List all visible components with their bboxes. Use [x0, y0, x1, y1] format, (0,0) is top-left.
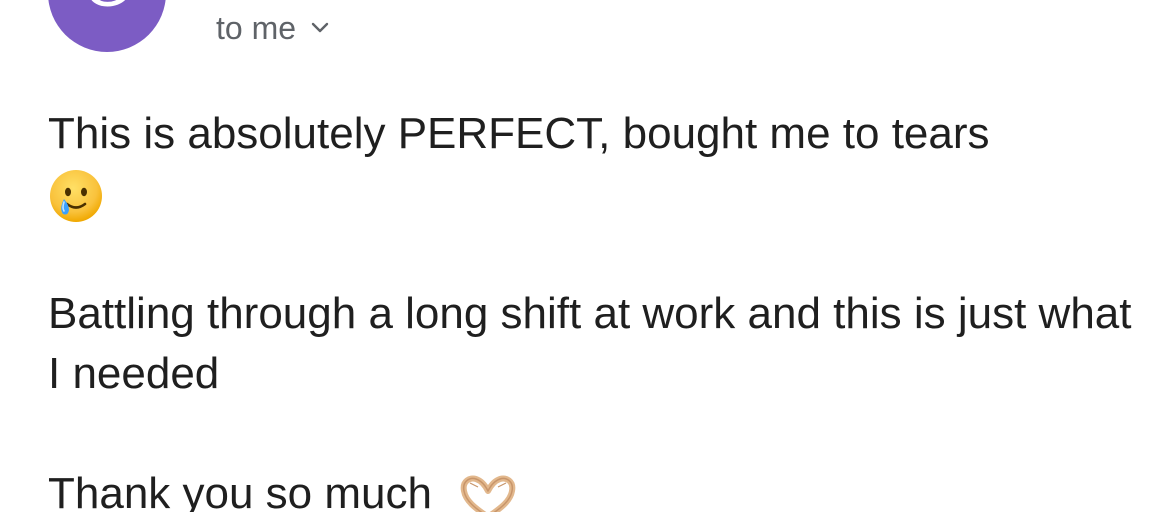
message-paragraph-2: Battling through a long shift at work an…: [48, 289, 1132, 399]
message-body: This is absolutely PERFECT, bought me to…: [48, 104, 1138, 512]
message-paragraph-3: Thank you so much: [48, 464, 1138, 512]
smiling-face-with-tear-icon: [50, 170, 102, 223]
message-paragraph-1: This is absolutely PERFECT, bought me to…: [48, 104, 1138, 224]
recipient-label: to me: [216, 9, 297, 46]
message-line-1: This is absolutely PERFECT, bought me to…: [48, 109, 990, 158]
chevron-down-icon[interactable]: [310, 21, 330, 35]
avatar-letter: G: [48, 0, 166, 16]
sender-avatar[interactable]: G: [48, 0, 166, 52]
heart-hands-icon: [460, 475, 516, 512]
message-line-3: Thank you so much: [48, 469, 432, 512]
recipient-details-toggle[interactable]: to me: [216, 6, 330, 50]
